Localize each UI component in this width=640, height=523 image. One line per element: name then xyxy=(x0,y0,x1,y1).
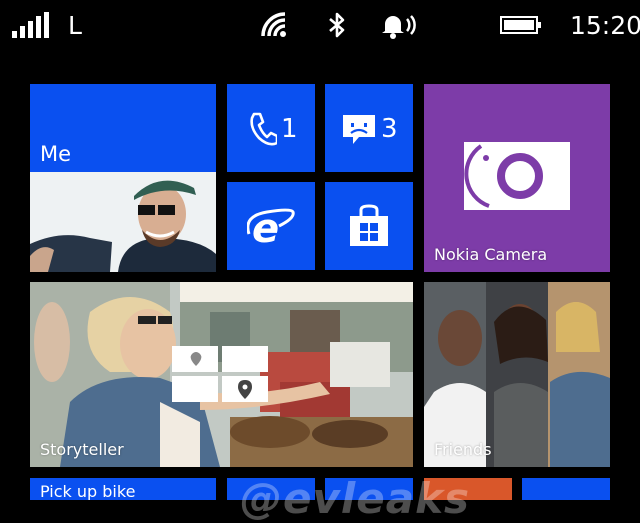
phone-count: 1 xyxy=(281,114,298,144)
wifi-icon xyxy=(260,0,288,50)
ie-icon: e xyxy=(246,204,295,254)
battery-icon xyxy=(500,0,542,50)
tile-nokia-camera-label: Nokia Camera xyxy=(434,245,548,264)
tile-storyteller-label: Storyteller xyxy=(40,440,124,459)
signal-icon xyxy=(12,0,50,50)
tile-storyteller[interactable]: Storyteller xyxy=(30,282,413,467)
tile-me-label: Me xyxy=(40,142,72,166)
tile-me[interactable]: Me xyxy=(30,84,216,272)
messaging-icon xyxy=(341,113,379,151)
phone-icon xyxy=(249,112,279,150)
tile-friends[interactable]: Friends xyxy=(424,282,610,467)
tile-store[interactable] xyxy=(325,182,413,270)
tile-friends-label: Friends xyxy=(434,440,492,459)
camera-icon xyxy=(464,142,570,214)
me-photo xyxy=(30,172,216,272)
tile-pick-up-bike[interactable]: Pick up bike xyxy=(30,478,216,500)
tile-phone[interactable]: 1 xyxy=(227,84,315,172)
carrier-label: L xyxy=(68,10,82,40)
bluetooth-icon xyxy=(327,0,347,50)
tile-bottom-5[interactable] xyxy=(522,478,610,500)
watermark: @evleaks xyxy=(240,474,471,523)
messaging-count: 3 xyxy=(381,114,398,144)
tile-internet-explorer[interactable]: e xyxy=(227,182,315,270)
clock: 15:20 xyxy=(570,10,640,40)
tile-nokia-camera[interactable]: Nokia Camera xyxy=(424,84,610,272)
storyteller-icon xyxy=(172,346,270,408)
tile-messaging[interactable]: 3 xyxy=(325,84,413,172)
tile-pick-up-bike-label: Pick up bike xyxy=(40,482,136,500)
ringer-icon xyxy=(380,0,418,50)
store-icon xyxy=(348,204,390,252)
status-bar: L 15:20 xyxy=(0,0,640,50)
